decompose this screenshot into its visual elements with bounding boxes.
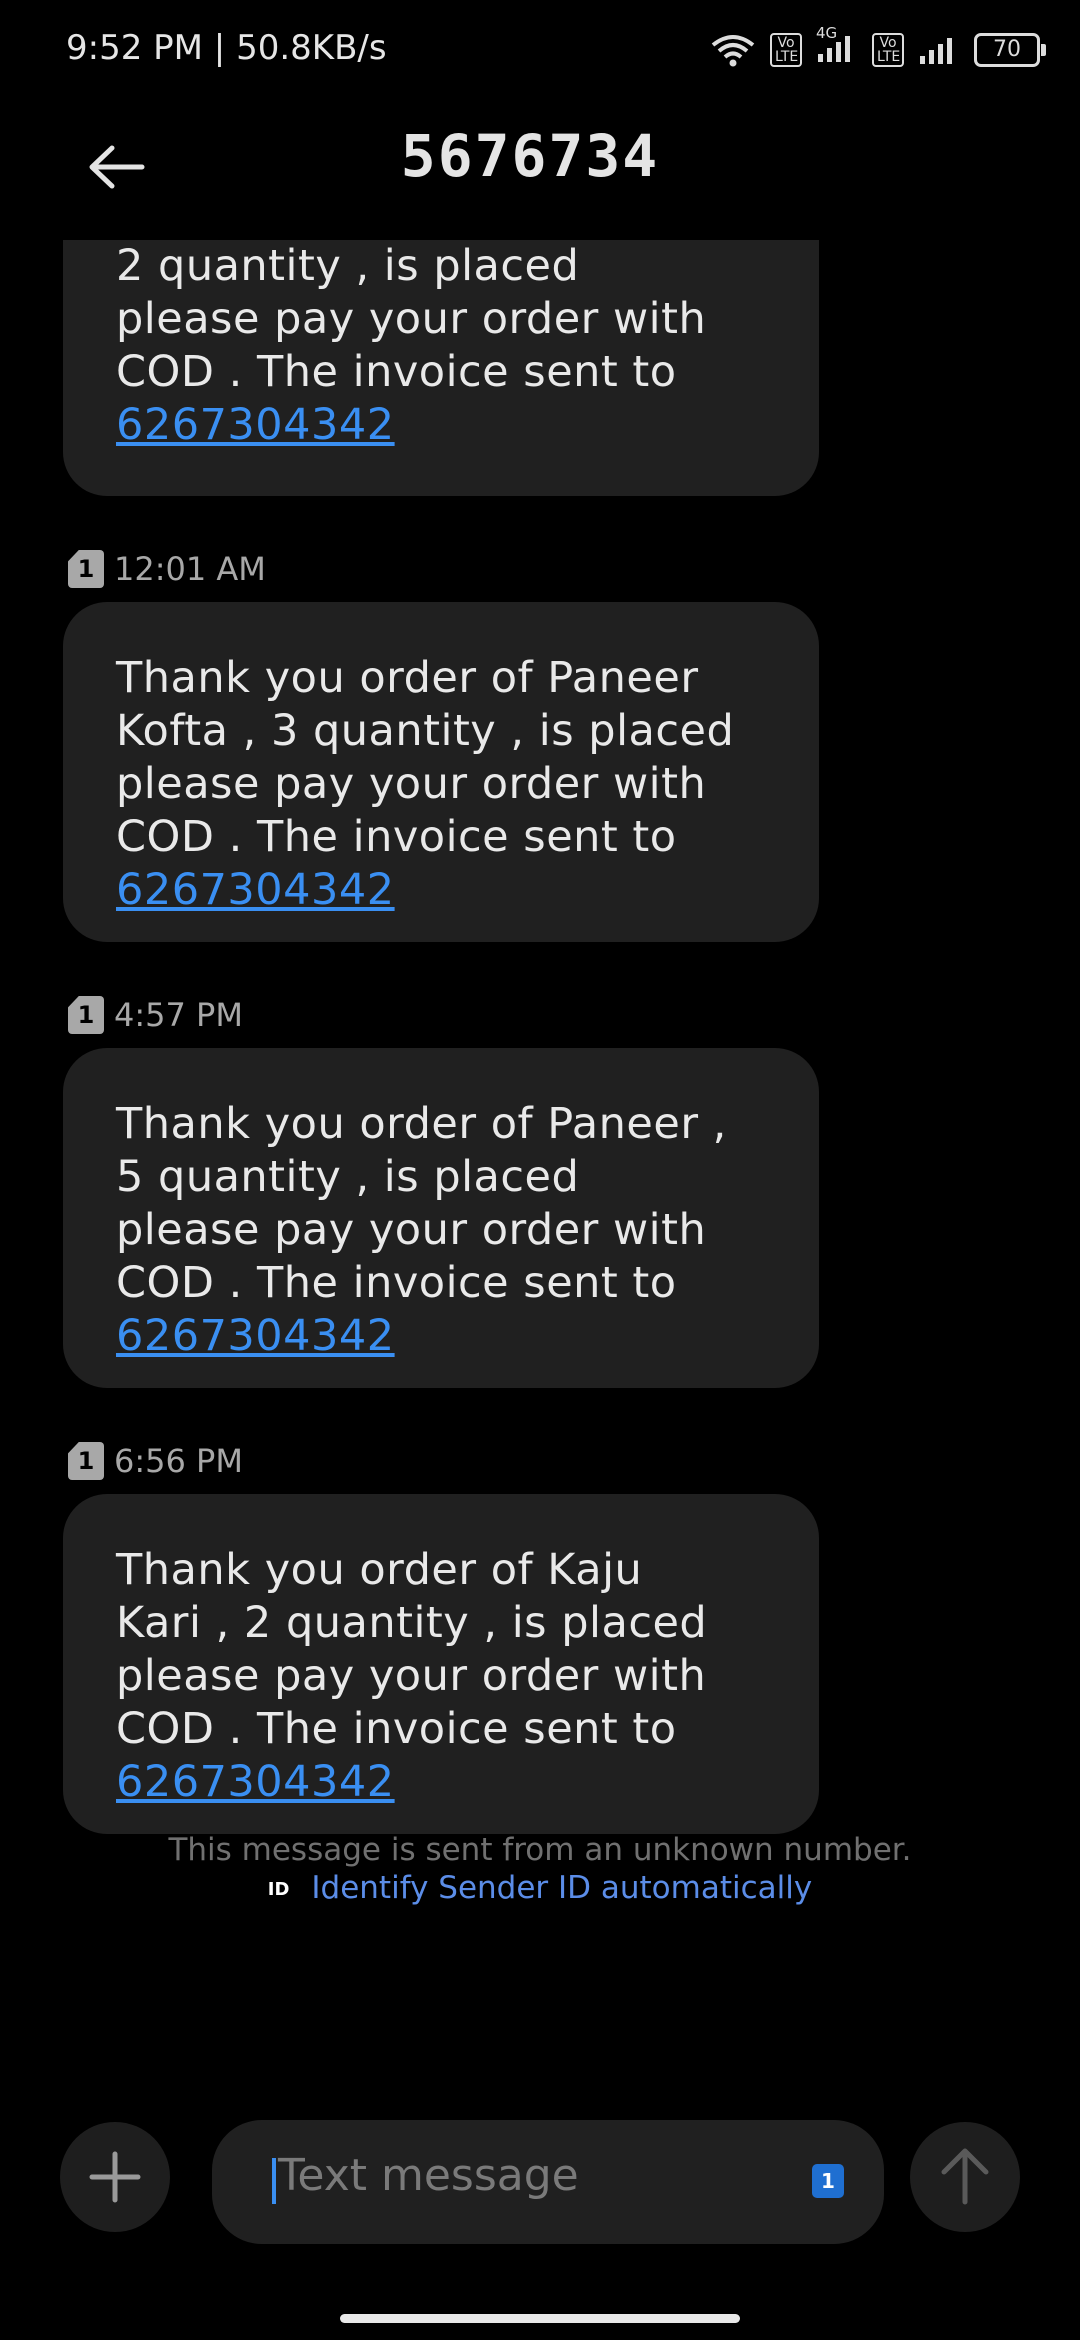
phone-link[interactable]: 6267304342: [116, 864, 779, 917]
identify-sender-link[interactable]: Identify Sender ID automatically: [311, 1870, 812, 1906]
sim-icon: 1: [68, 550, 104, 588]
status-icons: Vo LTE 4G Vo LTE 70: [710, 24, 1046, 70]
message-line: please pay your order with: [116, 294, 707, 344]
sim-select-icon[interactable]: 1: [812, 2164, 844, 2198]
message-line: Thank you order of Kaju: [116, 1545, 643, 1595]
message-line: 5 quantity , is placed: [116, 1152, 580, 1202]
message-line: Kofta , 3 quantity , is placed: [116, 706, 735, 756]
conversation-title: 5676734: [400, 122, 660, 190]
phone-link[interactable]: 6267304342: [116, 1310, 779, 1363]
signal-icon-sim2: [920, 38, 952, 64]
identify-sender-row[interactable]: ID Identify Sender ID automatically: [0, 1870, 1080, 1906]
volte-icon: Vo LTE: [770, 33, 802, 67]
message-line: Kari , 2 quantity , is placed: [116, 1598, 708, 1648]
message-line: Thank you order of Paneer: [116, 653, 699, 703]
message-timestamp: 1 6:56 PM: [68, 1442, 243, 1480]
status-time: 9:52 PM | 50.8KB/s: [66, 28, 387, 68]
message-timestamp: 1 4:57 PM: [68, 996, 243, 1034]
message-thread[interactable]: 2 quantity , is placed please pay your o…: [0, 240, 1080, 1900]
message-input-placeholder: Text message: [278, 2150, 579, 2201]
message-line: please pay your order with: [116, 759, 707, 809]
timestamp-text: 12:01 AM: [114, 550, 266, 588]
message-line: COD . The invoice sent to: [116, 1258, 677, 1308]
status-bar: 9:52 PM | 50.8KB/s Vo LTE 4G Vo LTE 70: [0, 0, 1080, 100]
phone-link[interactable]: 6267304342: [116, 399, 779, 452]
battery-icon: 70: [974, 33, 1046, 67]
phone-link[interactable]: 6267304342: [116, 1756, 779, 1809]
send-button[interactable]: [910, 2122, 1020, 2232]
volte-icon-2: Vo LTE: [872, 33, 904, 67]
message-line: please pay your order with: [116, 1205, 707, 1255]
add-attachment-button[interactable]: [60, 2122, 170, 2232]
sim-icon: 1: [68, 1442, 104, 1480]
sim-icon: 1: [68, 996, 104, 1034]
message-line: COD . The invoice sent to: [116, 347, 677, 397]
message-line: please pay your order with: [116, 1651, 707, 1701]
signal-icon-sim1: 4G: [816, 24, 858, 68]
wifi-icon: [711, 35, 755, 67]
message-input[interactable]: Text message 1: [212, 2120, 884, 2244]
network-type: 4G: [816, 24, 838, 42]
id-icon: ID: [267, 1879, 290, 1900]
conversation-header: 5676734: [0, 100, 1080, 240]
text-caret: [272, 2158, 276, 2204]
message-line: Thank you order of Paneer ,: [116, 1099, 727, 1149]
message-bubble[interactable]: 2 quantity , is placed please pay your o…: [63, 240, 819, 496]
message-bubble[interactable]: Thank you order of Paneer Kofta , 3 quan…: [63, 602, 819, 942]
timestamp-text: 4:57 PM: [114, 996, 243, 1034]
message-line: COD . The invoice sent to: [116, 812, 677, 862]
home-indicator[interactable]: [340, 2314, 740, 2323]
message-line: 2 quantity , is placed: [116, 241, 580, 291]
message-bubble[interactable]: Thank you order of Kaju Kari , 2 quantit…: [63, 1494, 819, 1834]
send-arrow-icon: [941, 2148, 989, 2205]
timestamp-text: 6:56 PM: [114, 1442, 243, 1480]
message-timestamp: 1 12:01 AM: [68, 550, 266, 588]
plus-icon: [89, 2151, 141, 2203]
message-bubble[interactable]: Thank you order of Paneer , 5 quantity ,…: [63, 1048, 819, 1388]
message-line: COD . The invoice sent to: [116, 1704, 677, 1754]
unknown-sender-notice: This message is sent from an unknown num…: [168, 1832, 912, 1868]
